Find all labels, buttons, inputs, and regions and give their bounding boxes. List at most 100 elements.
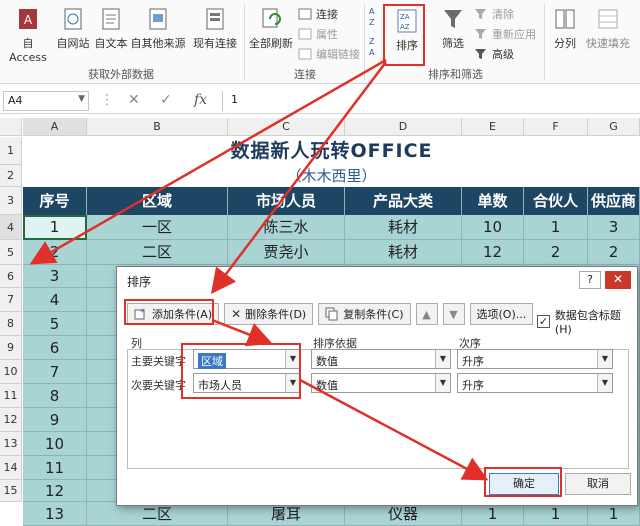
row-header-5[interactable]: 5 [0, 240, 22, 265]
chevron-down-icon[interactable]: ▼ [597, 350, 612, 368]
column-header-c[interactable]: C [228, 118, 345, 136]
has-header-checkbox[interactable]: ✓ 数据包含标题(H) [537, 307, 637, 336]
table-cell[interactable]: 3 [23, 265, 87, 288]
edit-links-button[interactable]: 编辑链接 [298, 46, 360, 62]
table-cell[interactable]: 10 [462, 215, 524, 240]
table-cell[interactable]: 2 [588, 240, 640, 265]
table-cell[interactable]: 陈三水 [228, 215, 345, 240]
primary-key-select[interactable]: 区域 ▼ [193, 349, 301, 369]
delete-level-button[interactable]: ✕ 删除条件(D) [224, 303, 314, 325]
filter-button[interactable]: 筛选 [436, 6, 470, 51]
move-up-button[interactable]: ▲ [415, 303, 438, 325]
column-header-d[interactable]: D [345, 118, 462, 136]
table-cell[interactable]: 5 [23, 312, 87, 336]
reapply-button[interactable]: 重新应用 [474, 26, 536, 42]
cancel-button[interactable]: 取消 [565, 473, 631, 495]
row-header-1[interactable]: 1 [0, 137, 22, 165]
row-header-15[interactable]: 15 [0, 480, 22, 502]
table-cell[interactable]: 3 [588, 215, 640, 240]
chevron-down-icon[interactable]: ▼ [285, 350, 300, 368]
checkbox-checked-icon[interactable]: ✓ [537, 315, 550, 328]
table-cell[interactable]: 一区 [87, 215, 228, 240]
column-header-f[interactable]: F [524, 118, 588, 136]
row-header-6[interactable]: 6 [0, 265, 22, 288]
table-cell[interactable]: 1 [23, 215, 87, 240]
table-cell[interactable]: 10 [23, 432, 87, 456]
corner-cell[interactable] [0, 118, 22, 136]
chevron-down-icon[interactable]: ▼ [435, 374, 450, 392]
text-to-columns-button[interactable]: 分列 [548, 6, 582, 51]
row-header-13[interactable]: 13 [0, 432, 22, 456]
refresh-all-button[interactable]: 全部刷新 [246, 6, 296, 51]
table-cell[interactable]: 7 [23, 360, 87, 384]
from-web-button[interactable]: 自网站 [54, 6, 92, 51]
row-header-11[interactable]: 11 [0, 384, 22, 408]
from-access-button[interactable]: A 自 Access [2, 6, 54, 64]
row-header-7[interactable]: 7 [0, 288, 22, 312]
column-header-e[interactable]: E [462, 118, 524, 136]
close-icon[interactable]: ✕ [605, 271, 631, 289]
add-level-button[interactable]: * 添加条件(A) [127, 303, 220, 325]
ok-button[interactable]: 确定 [489, 473, 559, 495]
chevron-down-icon[interactable]: ▼ [597, 374, 612, 392]
table-cell[interactable]: 2 [524, 240, 588, 265]
table-cell[interactable]: 9 [23, 408, 87, 432]
row-header-2[interactable]: 2 [0, 165, 22, 187]
row-header-3[interactable]: 3 [0, 187, 22, 215]
sort-za-button[interactable]: ZA [368, 34, 382, 63]
options-button[interactable]: 选项(O)... [469, 303, 534, 325]
row-header-10[interactable]: 10 [0, 360, 22, 384]
column-header-g[interactable]: G [588, 118, 640, 136]
table-cell[interactable]: 2 [23, 240, 87, 265]
secondary-sort-on-select[interactable]: 数值 ▼ [311, 373, 451, 393]
clear-button[interactable]: 清除 [474, 6, 514, 22]
from-text-button[interactable]: 自文本 [92, 6, 130, 51]
help-icon[interactable]: ? [579, 271, 601, 289]
formula-input[interactable]: 1 [222, 91, 638, 111]
table-cell[interactable]: 二区 [87, 240, 228, 265]
table-cell[interactable]: 4 [23, 288, 87, 312]
row-header-12[interactable]: 12 [0, 408, 22, 432]
sort-za-icon: ZA [369, 37, 375, 57]
table-cell[interactable]: 耗材 [345, 215, 462, 240]
connections-button[interactable]: 连接 [298, 6, 338, 22]
flash-fill-button[interactable]: 快速填充 [582, 6, 634, 51]
insert-function-icon[interactable]: fx [194, 92, 207, 108]
advanced-button[interactable]: 高级 [474, 46, 514, 62]
table-cell[interactable]: 13 [23, 502, 87, 526]
row-header-4[interactable]: 4 [0, 215, 22, 240]
dialog-toolbar: * 添加条件(A) ✕ 删除条件(D) 复制条件(C) ▲ ▼ 选项(O)... [127, 303, 534, 325]
enter-icon[interactable]: ✓ [160, 92, 172, 108]
properties-button[interactable]: 属性 [298, 26, 338, 42]
column-header-a[interactable]: A [23, 118, 87, 136]
move-down-button[interactable]: ▼ [442, 303, 465, 325]
arrow-up-icon: ▲ [422, 307, 431, 321]
row-header-8[interactable]: 8 [0, 312, 22, 336]
table-cell[interactable]: 11 [23, 456, 87, 480]
row-header-14[interactable]: 14 [0, 456, 22, 480]
column-header-b[interactable]: B [87, 118, 228, 136]
table-cell[interactable]: 1 [524, 215, 588, 240]
secondary-order-select[interactable]: 升序 ▼ [457, 373, 613, 393]
copy-level-button[interactable]: 复制条件(C) [318, 303, 411, 325]
name-box[interactable]: A4 ▼ [3, 91, 89, 111]
from-other-sources-button[interactable]: 自其他来源 [130, 6, 186, 51]
chevron-down-icon[interactable]: ▼ [435, 350, 450, 368]
name-box-dropdown-icon[interactable]: ▼ [78, 94, 85, 104]
table-cell[interactable]: 8 [23, 384, 87, 408]
table-cell[interactable]: 6 [23, 336, 87, 360]
table-cell[interactable]: 12 [23, 480, 87, 502]
table-cell[interactable]: 贾尧小 [228, 240, 345, 265]
svg-text:ZA: ZA [400, 13, 410, 21]
sort-az-button[interactable]: AZ [368, 4, 382, 33]
existing-connections-button[interactable]: 现有连接 [190, 6, 240, 51]
table-cell[interactable]: 耗材 [345, 240, 462, 265]
table-cell[interactable]: 12 [462, 240, 524, 265]
secondary-key-select[interactable]: 市场人员 ▼ [193, 373, 301, 393]
cancel-icon[interactable]: ✕ [128, 92, 140, 108]
chevron-down-icon[interactable]: ▼ [285, 374, 300, 392]
primary-order-select[interactable]: 升序 ▼ [457, 349, 613, 369]
sort-button[interactable]: ZA AZ 排序 [390, 8, 424, 53]
row-header-9[interactable]: 9 [0, 336, 22, 360]
primary-sort-on-select[interactable]: 数值 ▼ [311, 349, 451, 369]
